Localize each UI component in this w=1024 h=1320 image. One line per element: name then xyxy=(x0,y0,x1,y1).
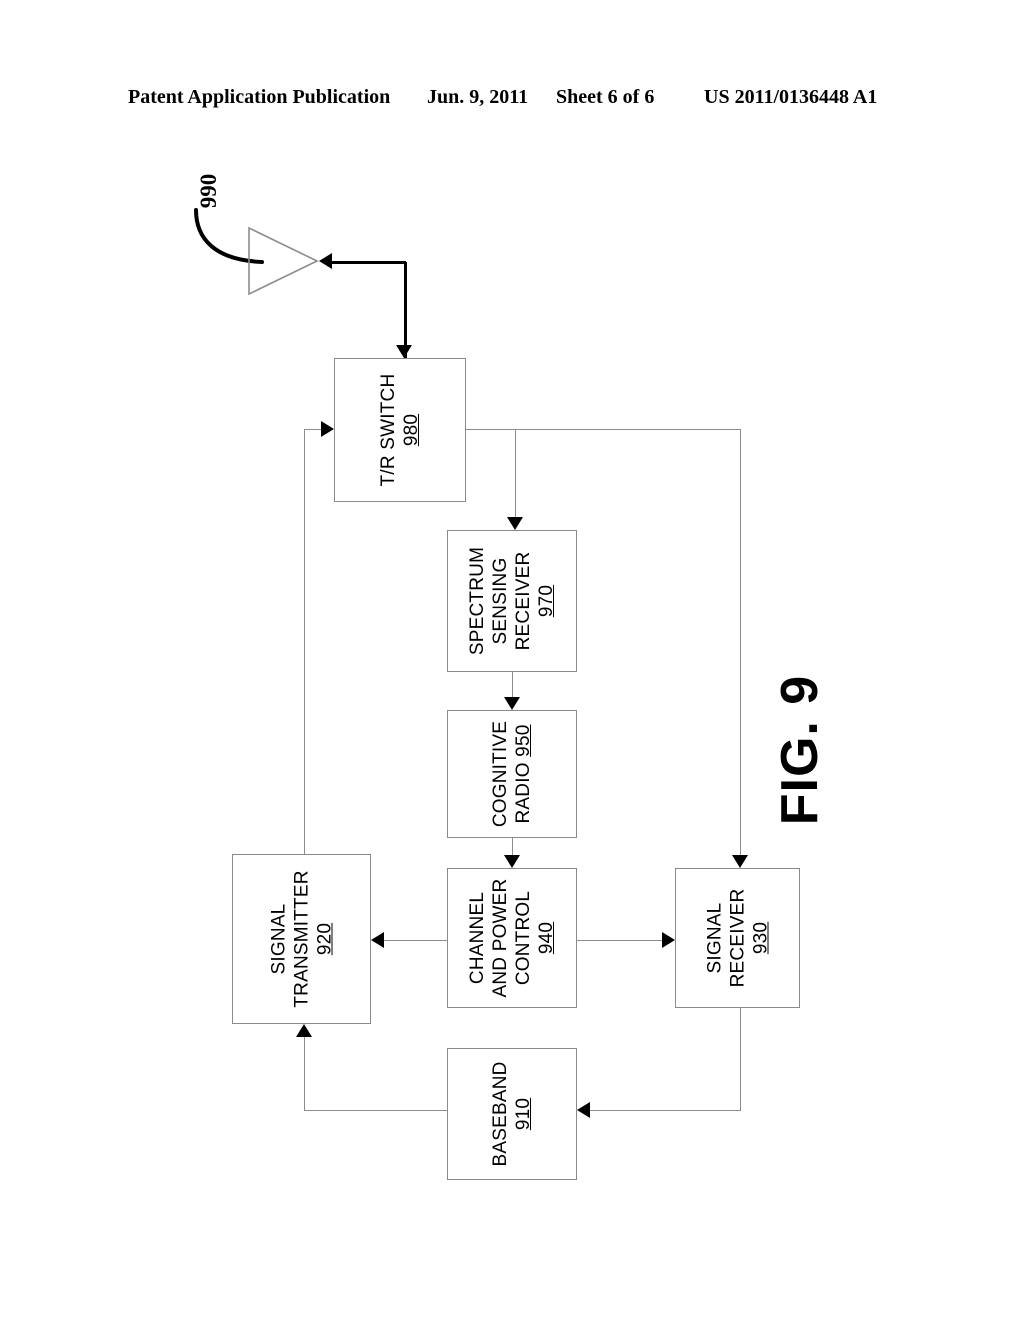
tr-switch-input-arrowhead xyxy=(396,345,412,358)
block-cognitive-radio-label: COGNITIVE RADIO 950 xyxy=(490,720,534,828)
patent-figure-page: Patent Application Publication Jun. 9, 2… xyxy=(0,0,1024,1320)
connector-channel-power-to-signal-receiver xyxy=(577,940,662,941)
connector-spectrum-sensing-to-cognitive-radio xyxy=(512,672,513,697)
connector-signal-receiver-to-baseband-horizontal xyxy=(590,1110,741,1111)
header-date: Jun. 9, 2011 xyxy=(427,86,529,108)
block-tr-switch-label: T/R SWITCH 980 xyxy=(378,373,422,487)
header-publication: Patent Application Publication xyxy=(128,86,391,108)
spectrum-sensing-input-arrowhead xyxy=(507,517,523,530)
connector-channel-power-to-signal-transmitter xyxy=(384,940,447,941)
block-signal-transmitter-label: SIGNAL TRANSMITTER 920 xyxy=(268,870,335,1008)
connector-signal-transmitter-to-tr-switch-vertical xyxy=(304,429,305,854)
signal-transmitter-input-arrowhead xyxy=(371,932,384,948)
block-spectrum-sensing-receiver[interactable]: SPECTRUM SENSING RECEIVER 970 xyxy=(447,530,577,672)
block-baseband[interactable]: BASEBAND 910 xyxy=(447,1048,577,1180)
connector-baseband-to-signal-transmitter-horizontal xyxy=(304,1110,447,1111)
channel-power-input-arrowhead xyxy=(504,855,520,868)
antenna-feed-vertical xyxy=(404,262,407,358)
block-cognitive-radio[interactable]: COGNITIVE RADIO 950 xyxy=(447,710,577,838)
antenna-triangle-icon xyxy=(248,226,319,296)
block-signal-receiver[interactable]: SIGNAL RECEIVER 930 xyxy=(675,868,800,1008)
block-signal-transmitter[interactable]: SIGNAL TRANSMITTER 920 xyxy=(232,854,371,1024)
antenna-feed-horizontal xyxy=(332,261,406,264)
figure-label-text: FIG. 9 xyxy=(771,674,829,826)
header-sheet-number: Sheet 6 of 6 xyxy=(556,86,655,108)
signal-transmitter-bottom-input-arrowhead xyxy=(296,1024,312,1037)
connector-cognitive-radio-to-channel-power xyxy=(512,838,513,855)
block-spectrum-sensing-receiver-label: SPECTRUM SENSING RECEIVER 970 xyxy=(467,546,557,656)
connector-signal-receiver-to-baseband-vertical xyxy=(740,1008,741,1110)
connector-baseband-to-signal-transmitter-vertical xyxy=(304,1037,305,1110)
connector-signal-transmitter-to-tr-switch-horizontal xyxy=(304,429,321,430)
cognitive-radio-input-arrowhead xyxy=(504,697,520,710)
tr-switch-output-bus xyxy=(466,429,741,430)
baseband-input-arrowhead xyxy=(577,1102,590,1118)
connector-tr-switch-to-spectrum-sensing xyxy=(515,429,516,517)
block-signal-receiver-label: SIGNAL RECEIVER 930 xyxy=(704,888,771,988)
tr-switch-side-input-arrowhead xyxy=(321,421,334,437)
block-tr-switch[interactable]: T/R SWITCH 980 xyxy=(334,358,466,502)
block-channel-and-power-control[interactable]: CHANNEL AND POWER CONTROL 940 xyxy=(447,868,577,1008)
antenna-feed-arrowhead xyxy=(319,253,332,269)
header-patent-number: US 2011/0136448 A1 xyxy=(704,86,878,108)
signal-receiver-side-input-arrowhead xyxy=(662,932,675,948)
figure-label: FIG. 9 xyxy=(700,660,900,860)
page-header: Patent Application Publication Jun. 9, 2… xyxy=(0,86,1024,116)
block-baseband-label: BASEBAND 910 xyxy=(490,1061,534,1167)
block-channel-and-power-control-label: CHANNEL AND POWER CONTROL 940 xyxy=(467,878,557,998)
